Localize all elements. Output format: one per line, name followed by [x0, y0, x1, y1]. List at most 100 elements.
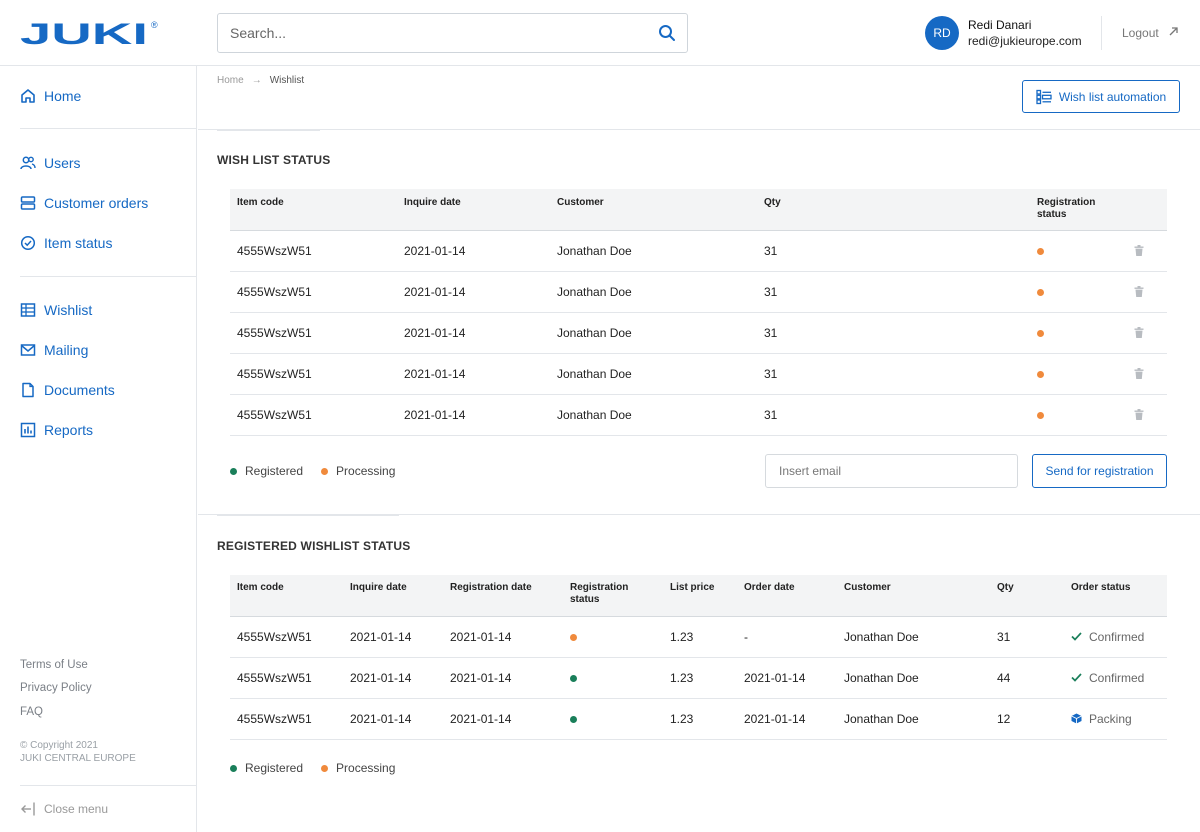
order-status-label: Confirmed [1089, 629, 1145, 644]
check-icon [1071, 632, 1082, 641]
registration-status [1030, 271, 1127, 313]
sidebar-item-home[interactable]: Home [20, 85, 81, 107]
customer: Jonathan Doe [837, 698, 990, 740]
trash-icon[interactable] [1134, 286, 1144, 297]
trash-icon[interactable] [1134, 368, 1144, 379]
column-header: Qty [757, 189, 1030, 231]
inquire-date: 2021-01-14 [397, 353, 550, 395]
registered-dot [230, 467, 237, 475]
arrow-right-icon: → [251, 75, 262, 86]
inquire-date: 2021-01-14 [397, 230, 550, 272]
sidebar-item-users[interactable]: Users [20, 152, 81, 174]
terms-of-use-link[interactable]: Terms of Use [20, 659, 88, 671]
logout-link[interactable]: Logout [1122, 26, 1159, 40]
section-divider [198, 129, 1200, 130]
legend-label: Registered [245, 464, 304, 478]
juki-logo[interactable]: JUKI ® [20, 20, 160, 46]
column-header: Registration status [1030, 189, 1127, 231]
breadcrumb-current: Wishlist [269, 75, 305, 86]
wishlist-automation-button[interactable]: Wish list automation [1022, 80, 1180, 113]
check-icon [1071, 673, 1082, 682]
registration-date: 2021-01-14 [443, 657, 563, 699]
registered-status-table: Item code Inquire date Registration date… [230, 575, 1167, 740]
wishlist-status-title: WISH LIST STATUS [217, 153, 331, 167]
sidebar-item-documents[interactable]: Documents [20, 379, 115, 401]
registration-status [1030, 312, 1127, 354]
item-code: 4555WszW51 [230, 271, 397, 313]
qty: 44 [990, 657, 1064, 699]
user-email: redi@jukieurope.com [968, 34, 1082, 48]
list-price: 1.23 [663, 616, 737, 658]
registration-date: 2021-01-14 [443, 616, 563, 658]
qty: 12 [990, 698, 1064, 740]
breadcrumb-home[interactable]: Home [217, 75, 244, 86]
customer: Jonathan Doe [550, 353, 757, 395]
trash-icon[interactable] [1134, 409, 1144, 420]
registration-status [563, 616, 663, 658]
customer: Jonathan Doe [837, 657, 990, 699]
sidebar-item-label: Wishlist [44, 302, 93, 318]
sidebar-item-wishlist[interactable]: Wishlist [20, 299, 92, 321]
list-price: 1.23 [663, 657, 737, 699]
qty: 31 [990, 616, 1064, 658]
svg-text:®: ® [151, 20, 158, 30]
column-header: Order date [737, 575, 837, 617]
qty: 31 [757, 353, 1030, 395]
item-code: 4555WszW51 [230, 353, 397, 395]
item-code: 4555WszW51 [230, 230, 397, 272]
order-status-label: Packing [1089, 711, 1132, 726]
search-icon[interactable] [658, 24, 676, 42]
sidebar-item-label: Home [44, 88, 82, 104]
sidebar-item-item-status[interactable]: Item status [20, 232, 112, 254]
customer: Jonathan Doe [550, 271, 757, 313]
customer: Jonathan Doe [550, 230, 757, 272]
inquire-date: 2021-01-14 [397, 271, 550, 313]
processing-dot [1037, 411, 1044, 419]
send-for-registration-button[interactable]: Send for registration [1032, 454, 1167, 488]
wishlist-status-table: Item code Inquire date Customer Qty Regi… [230, 189, 1167, 436]
registration-status [563, 698, 663, 740]
copyright-company: JUKI CENTRAL EUROPE [20, 753, 136, 764]
legend-label: Processing [336, 464, 396, 478]
legend-registered: Registered [230, 464, 303, 478]
privacy-policy-link[interactable]: Privacy Policy [20, 682, 92, 694]
check-circle-icon [20, 235, 36, 251]
registration-status [1030, 394, 1127, 436]
order-status: Packing [1064, 698, 1167, 740]
sidebar-item-reports[interactable]: Reports [20, 419, 93, 441]
order-date: 2021-01-14 [737, 657, 837, 699]
faq-link[interactable]: FAQ [20, 706, 43, 718]
column-header: Item code [230, 575, 343, 617]
table-row: 4555WszW51 2021-01-14 2021-01-14 1.23 20… [230, 657, 1167, 699]
order-status: Confirmed [1064, 657, 1167, 699]
table-header-row: Item code Inquire date Customer Qty Regi… [230, 189, 1167, 231]
legend-registered: Registered [230, 761, 303, 775]
sidebar-item-customer-orders[interactable]: Customer orders [20, 192, 148, 214]
registered-dot [570, 715, 577, 723]
user-name: Redi Danari [968, 18, 1032, 32]
collapse-arrow-icon [21, 802, 35, 816]
qty: 31 [757, 230, 1030, 272]
wishlist-automation-label: Wish list automation [1058, 89, 1167, 104]
sidebar-item-label: Reports [44, 422, 94, 438]
registration-status [1030, 230, 1127, 272]
legend-processing: Processing [321, 464, 395, 478]
row-actions [1127, 353, 1167, 395]
table-icon [20, 303, 36, 317]
processing-dot [321, 467, 329, 475]
email-field[interactable] [765, 454, 1018, 488]
avatar[interactable]: RD [925, 16, 959, 50]
trash-icon[interactable] [1134, 245, 1144, 256]
search-box [217, 13, 688, 53]
header-divider [1101, 16, 1102, 50]
trash-icon[interactable] [1134, 327, 1144, 338]
column-header: Order status [1064, 575, 1167, 617]
close-menu-button[interactable]: Close menu [20, 801, 108, 817]
search-input[interactable] [218, 14, 648, 52]
external-arrow-icon[interactable] [1169, 27, 1178, 36]
sidebar-divider [20, 785, 196, 786]
chart-icon [20, 422, 36, 438]
column-header: Item code [230, 189, 397, 231]
sidebar-item-mailing[interactable]: Mailing [20, 339, 88, 361]
processing-dot [321, 764, 329, 772]
